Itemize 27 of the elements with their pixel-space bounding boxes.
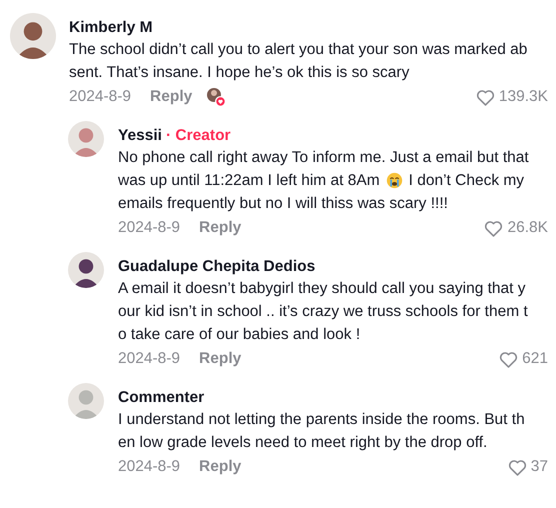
creator-label: · Creator xyxy=(166,126,231,146)
comment-date: 2024-8-9 xyxy=(118,457,180,478)
comment-text: The school didn’t call you to alert you that your son was marked ab xyxy=(69,40,528,60)
avatar[interactable] xyxy=(68,252,104,288)
author-name[interactable]: Yessii xyxy=(118,124,162,148)
comment-text: I don’t Check my xyxy=(408,170,524,191)
author-name[interactable]: Kimberly M xyxy=(69,16,153,40)
comment-text: our kid isn’t in school .. it’s crazy we truss schools for them t xyxy=(118,302,528,322)
comment-date: 2024-8-9 xyxy=(118,218,180,238)
comment-text: I understand not letting the parents inside the rooms. But th xyxy=(118,410,525,430)
author-name[interactable]: Commenter xyxy=(118,386,204,410)
comment-date: 2024-8-9 xyxy=(69,87,132,108)
comment-text: en low grade levels need to meet right by the drop off. xyxy=(118,432,488,453)
like-count: 139.3K xyxy=(498,87,548,108)
like-count: 26.8K xyxy=(507,218,548,238)
comment-text: sent. That’s insane. I hope he’s ok this is so scary xyxy=(69,62,410,83)
crying-face-icon xyxy=(386,172,403,189)
comment-text: was up until 11:22am I left him at 8Am xyxy=(118,170,380,191)
like-count: 621 xyxy=(522,349,548,370)
comment-text: No phone call right away To inform me. Just a email but that xyxy=(118,148,529,168)
like-count: 37 xyxy=(530,457,548,478)
avatar[interactable] xyxy=(10,13,56,59)
comment-text: o take care of our babies and look ! xyxy=(118,324,360,345)
comment-text: A email it doesn’t babygirl they should call you saying that y xyxy=(118,278,526,299)
comment-date: 2024-8-9 xyxy=(118,349,180,370)
author-name[interactable]: Guadalupe Chepita Dedios xyxy=(118,255,316,278)
comment-text: emails frequently but no I will thiss was scary !!!! xyxy=(118,194,448,214)
